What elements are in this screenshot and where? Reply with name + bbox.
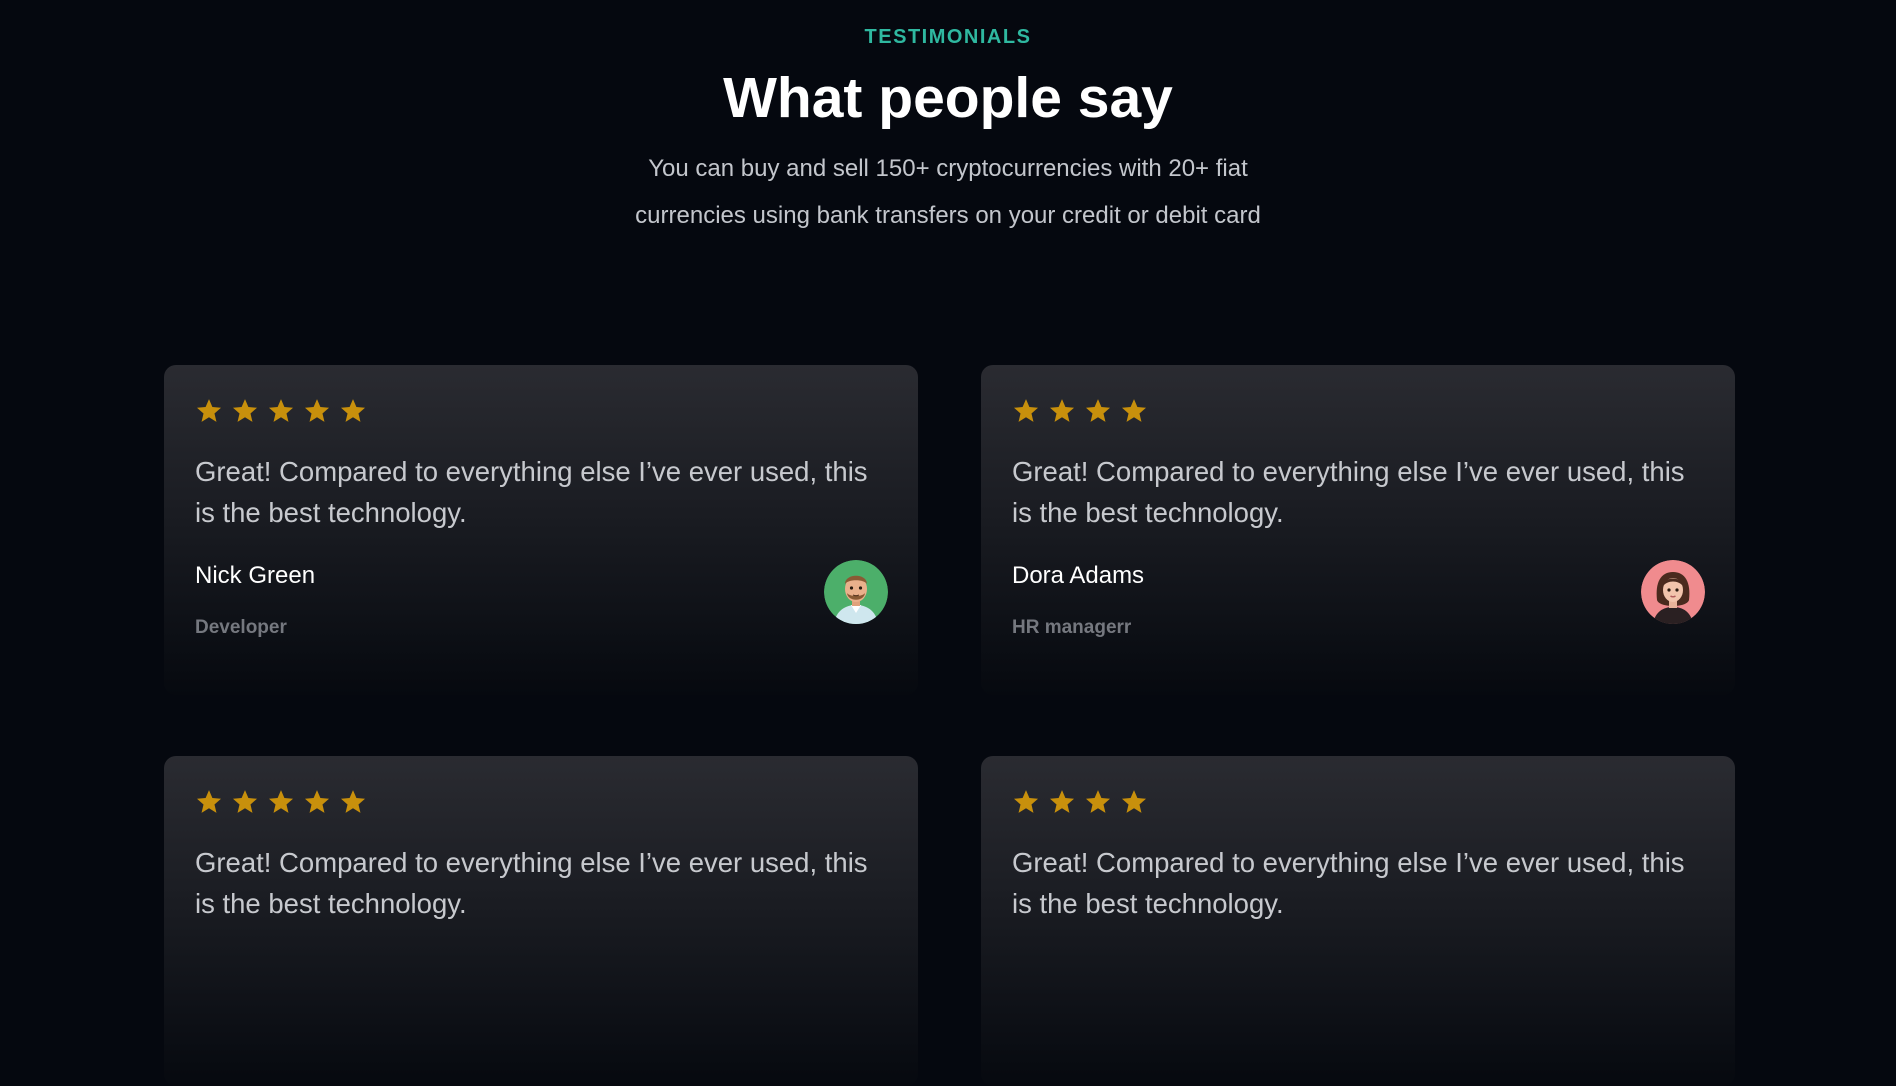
testimonial-card: Great! Compared to everything else I’ve … <box>164 365 918 695</box>
star-icon <box>1048 788 1076 816</box>
author-name: Dora Adams <box>1012 562 1145 589</box>
star-icon <box>267 788 295 816</box>
section-title: What people say <box>723 66 1173 130</box>
star-icon <box>303 397 331 425</box>
star-icon <box>1120 397 1148 425</box>
star-icon <box>195 397 223 425</box>
star-icon <box>1084 397 1112 425</box>
testimonial-quote: Great! Compared to everything else I’ve … <box>1012 456 1685 528</box>
author-role: Developer <box>195 617 287 638</box>
testimonial-card: Great! Compared to everything else I’ve … <box>981 365 1735 695</box>
rating-stars <box>1012 397 1148 425</box>
star-icon <box>1012 788 1040 816</box>
woman-avatar-icon <box>1641 560 1705 624</box>
star-icon <box>1120 788 1148 816</box>
testimonial-quote: Great! Compared to everything else I’ve … <box>1012 847 1685 919</box>
testimonial-card: Great! Compared to everything else I’ve … <box>981 756 1735 1086</box>
man-avatar-icon <box>824 560 888 624</box>
star-icon <box>1084 788 1112 816</box>
star-icon <box>1048 397 1076 425</box>
rating-stars <box>195 788 367 816</box>
rating-stars <box>195 397 367 425</box>
star-icon <box>231 788 259 816</box>
star-icon <box>339 397 367 425</box>
author-name: Nick Green <box>195 562 316 589</box>
testimonial-quote: Great! Compared to everything else I’ve … <box>195 847 868 919</box>
star-icon <box>339 788 367 816</box>
testimonial-card: Great! Compared to everything else I’ve … <box>164 756 918 1086</box>
author-role: HR managerr <box>1012 617 1132 638</box>
star-icon <box>267 397 295 425</box>
rating-stars <box>1012 788 1148 816</box>
testimonial-quote: Great! Compared to everything else I’ve … <box>195 456 868 528</box>
section-eyebrow: TESTIMONIALS <box>864 26 1032 48</box>
section-subtitle: You can buy and sell 150+ cryptocurrenci… <box>635 155 1261 229</box>
star-icon <box>303 788 331 816</box>
star-icon <box>195 788 223 816</box>
star-icon <box>231 397 259 425</box>
star-icon <box>1012 397 1040 425</box>
